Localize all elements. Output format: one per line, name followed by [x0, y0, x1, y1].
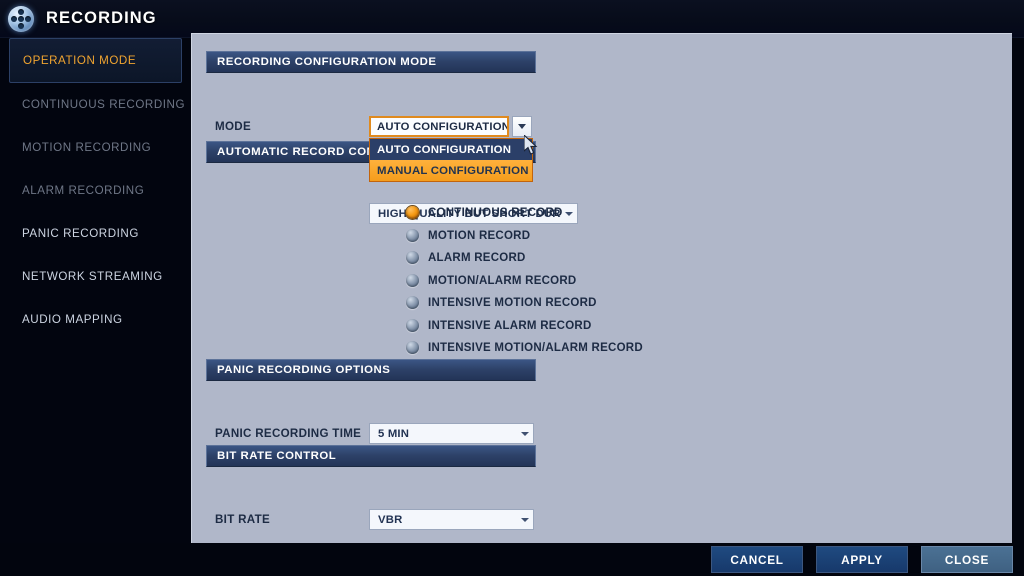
sidebar-item-network-streaming[interactable]: NETWORK STREAMING	[0, 255, 191, 298]
panic-recording-time-value: 5 MIN	[378, 427, 410, 440]
sidebar-item-label: CONTINUOUS RECORDING	[22, 98, 186, 111]
section-header-bit-rate-control: BIT RATE CONTROL	[206, 445, 536, 467]
film-reel-icon	[8, 5, 34, 32]
radio-indicator	[406, 341, 419, 354]
radio-alarm-record[interactable]: ALARM RECORD	[406, 251, 526, 264]
radio-indicator	[406, 206, 419, 219]
radio-continuous-record[interactable]: CONTINUOUS RECORD	[406, 206, 563, 219]
mode-dropdown-list: AUTO CONFIGURATION MANUAL CONFIGURATION	[369, 138, 533, 182]
sidebar-item-label: MOTION RECORDING	[22, 141, 152, 154]
mode-select-chevron-down-icon[interactable]	[512, 116, 532, 137]
chevron-down-icon	[561, 212, 577, 216]
sidebar-item-operation-mode[interactable]: OPERATION MODE	[9, 38, 182, 83]
cancel-button[interactable]: CANCEL	[711, 546, 803, 573]
radio-indicator	[406, 229, 419, 242]
radio-intensive-alarm-record[interactable]: INTENSIVE ALARM RECORD	[406, 319, 592, 332]
chevron-down-icon	[517, 432, 533, 436]
chevron-down-icon	[517, 518, 533, 522]
apply-button-label: APPLY	[841, 552, 883, 567]
radio-motion-alarm-record[interactable]: MOTION/ALARM RECORD	[406, 274, 577, 287]
sidebar-item-label: AUDIO MAPPING	[22, 313, 123, 326]
sidebar-item-panic-recording[interactable]: PANIC RECORDING	[0, 212, 191, 255]
radio-indicator	[406, 274, 419, 287]
sidebar-item-alarm-recording[interactable]: ALARM RECORDING	[0, 169, 191, 212]
radio-indicator	[406, 251, 419, 264]
radio-label: INTENSIVE MOTION RECORD	[428, 296, 597, 309]
radio-label: MOTION/ALARM RECORD	[428, 274, 577, 287]
mode-select-value: AUTO CONFIGURATION	[377, 120, 507, 133]
bit-rate-select[interactable]: VBR	[369, 509, 534, 530]
close-button[interactable]: CLOSE	[921, 546, 1013, 573]
mode-option-auto-configuration[interactable]: AUTO CONFIGURATION	[370, 139, 532, 160]
mode-label: MODE	[215, 120, 251, 133]
close-button-label: CLOSE	[944, 552, 990, 567]
mode-option-label: AUTO CONFIGURATION	[377, 143, 512, 156]
apply-button[interactable]: APPLY	[816, 546, 908, 573]
sidebar-item-label: ALARM RECORDING	[22, 184, 145, 197]
radio-label: ALARM RECORD	[428, 251, 526, 264]
sidebar-item-motion-recording[interactable]: MOTION RECORDING	[0, 126, 191, 169]
mode-select[interactable]: AUTO CONFIGURATION	[369, 116, 509, 137]
panic-recording-time-select[interactable]: 5 MIN	[369, 423, 534, 444]
recording-settings-window: RECORDING OPERATION MODE CONTINUOUS RECO…	[0, 0, 1024, 576]
window-title: RECORDING	[46, 9, 157, 27]
bit-rate-label: BIT RATE	[215, 513, 270, 526]
radio-label: CONTINUOUS RECORD	[428, 206, 563, 219]
footer-bar: CANCEL APPLY CLOSE	[0, 543, 1024, 576]
radio-indicator	[406, 296, 419, 309]
sidebar-item-label: PANIC RECORDING	[22, 227, 139, 240]
section-header-panic-recording-options: PANIC RECORDING OPTIONS	[206, 359, 536, 381]
sidebar-item-continuous-recording[interactable]: CONTINUOUS RECORDING	[0, 83, 191, 126]
sidebar-item-audio-mapping[interactable]: AUDIO MAPPING	[0, 298, 191, 341]
panic-recording-time-label: PANIC RECORDING TIME	[215, 427, 362, 440]
sidebar-item-label: NETWORK STREAMING	[22, 270, 163, 283]
radio-label: MOTION RECORD	[428, 229, 531, 242]
radio-intensive-motion-record[interactable]: INTENSIVE MOTION RECORD	[406, 296, 597, 309]
sidebar-item-label: OPERATION MODE	[23, 54, 137, 67]
mode-option-manual-configuration[interactable]: MANUAL CONFIGURATION	[370, 160, 532, 181]
bit-rate-value: VBR	[378, 513, 403, 526]
sidebar: OPERATION MODE CONTINUOUS RECORDING MOTI…	[0, 38, 191, 576]
radio-label: INTENSIVE MOTION/ALARM RECORD	[428, 341, 643, 354]
cancel-button-label: CANCEL	[730, 552, 784, 567]
mode-option-label: MANUAL CONFIGURATION	[377, 164, 529, 177]
section-header-recording-configuration-mode: RECORDING CONFIGURATION MODE	[206, 51, 536, 73]
radio-indicator	[406, 319, 419, 332]
settings-panel: RECORDING CONFIGURATION MODE MODE AUTO C…	[191, 33, 1012, 543]
radio-label: INTENSIVE ALARM RECORD	[428, 319, 592, 332]
radio-intensive-motion-alarm-record[interactable]: INTENSIVE MOTION/ALARM RECORD	[406, 341, 643, 354]
radio-motion-record[interactable]: MOTION RECORD	[406, 229, 530, 242]
